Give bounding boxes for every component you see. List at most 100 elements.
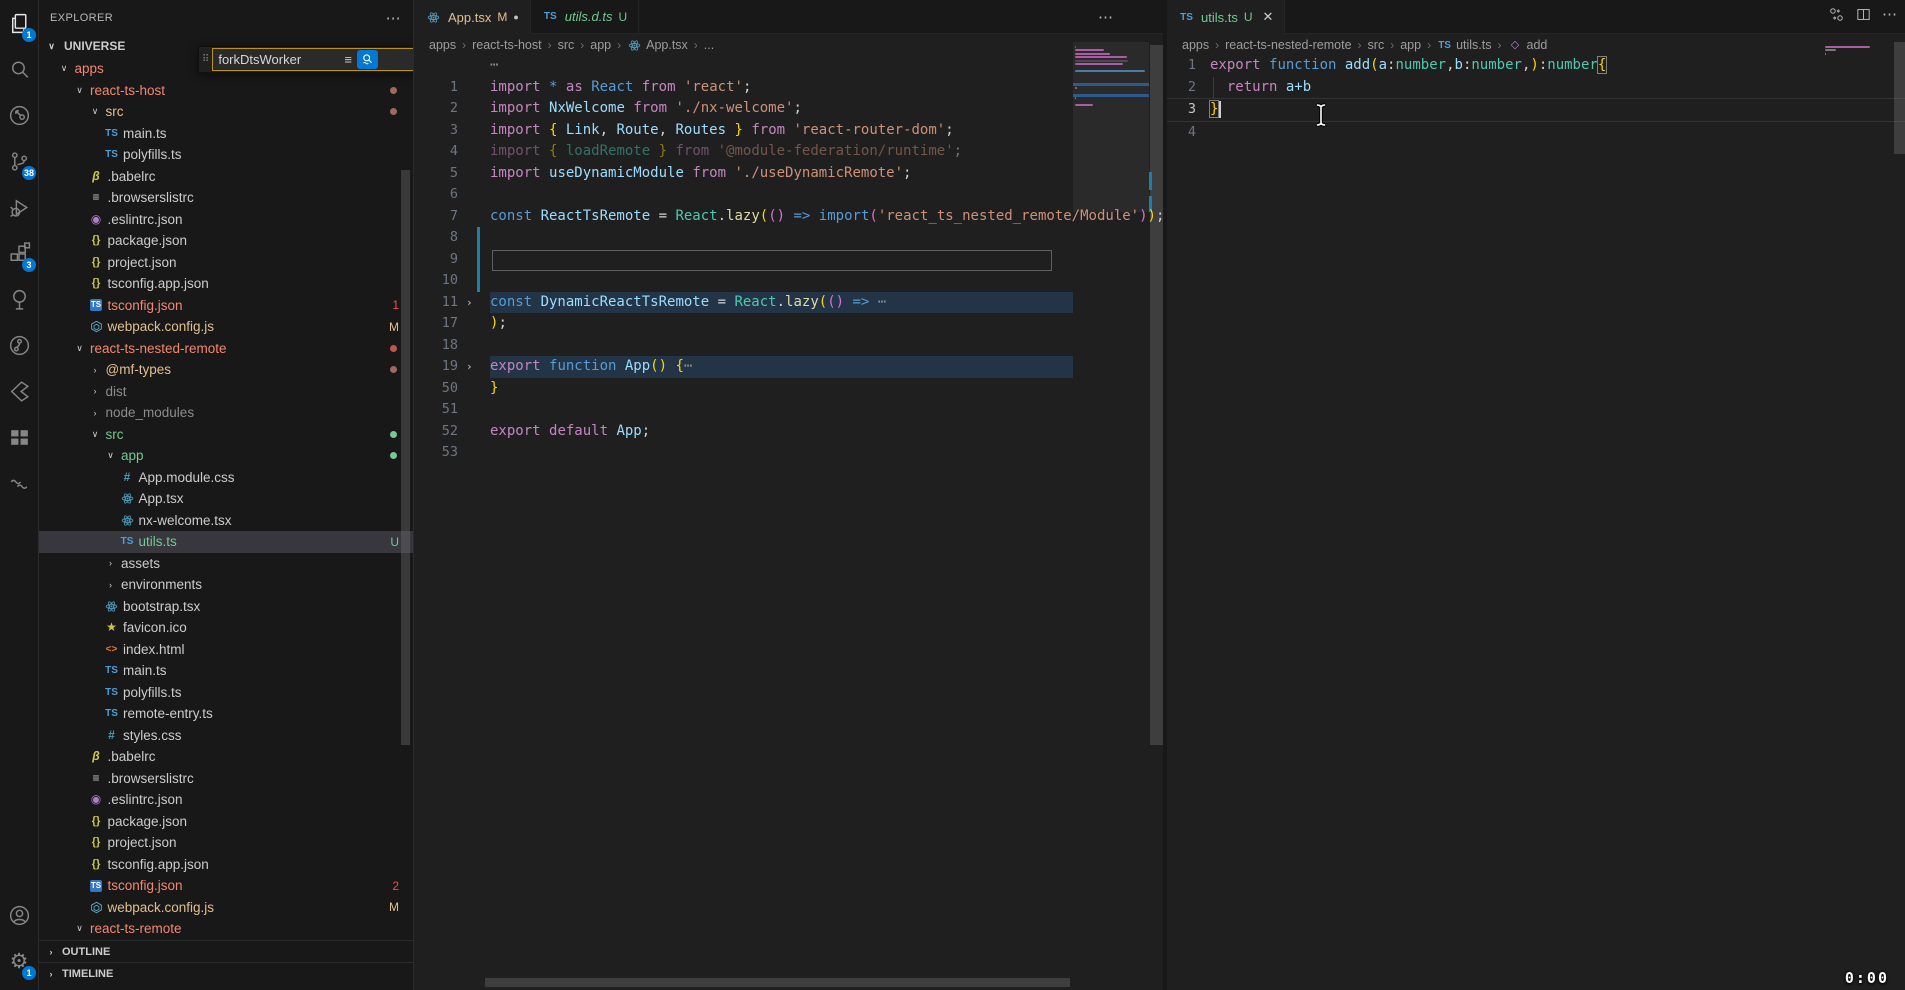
code-line-51[interactable]: 51 bbox=[414, 399, 1163, 421]
code-editor-utils-ts[interactable]: 1export function add(a:number,b:number,)… bbox=[1167, 55, 1905, 143]
sidebar-scrollbar[interactable] bbox=[401, 170, 410, 745]
tree-item-.browserslistrc[interactable]: ≡.browserslistrc bbox=[38, 768, 413, 790]
tree-find-input[interactable] bbox=[213, 52, 341, 67]
fuzzy-match-toggle[interactable] bbox=[357, 50, 378, 69]
tree-item-.babelrc[interactable]: β.babelrc bbox=[38, 746, 413, 768]
code-line-6[interactable]: 6 bbox=[414, 184, 1163, 206]
close-icon[interactable]: ✕ bbox=[1263, 9, 1274, 25]
minimap-slider[interactable] bbox=[1073, 42, 1149, 212]
code-line-1[interactable]: 1import * as React from 'react'; bbox=[414, 77, 1163, 99]
tab-App.tsx[interactable]: App.tsxM● bbox=[414, 0, 531, 34]
tree-item-dist[interactable]: ›dist bbox=[38, 381, 413, 403]
code-line-10[interactable]: 10 bbox=[414, 270, 1163, 292]
tree-item-remote-entry.ts[interactable]: TSremote-entry.ts bbox=[38, 703, 413, 725]
activity-item-accounts[interactable] bbox=[0, 892, 38, 938]
tree-item-package.json[interactable]: {}package.json bbox=[38, 230, 413, 252]
activity-item-explorer[interactable]: 1 bbox=[0, 0, 38, 46]
activity-item-git-graph[interactable] bbox=[0, 322, 38, 368]
tree-item-tsconfig.json[interactable]: TStsconfig.json1 bbox=[38, 295, 413, 317]
tree-item-react-ts-nested-remote[interactable]: ∨react-ts-nested-remote bbox=[38, 338, 413, 360]
code-editor-app-tsx[interactable]: ⋯1import * as React from 'react';2import… bbox=[414, 55, 1163, 464]
breadcrumb-item-app[interactable]: app bbox=[1400, 38, 1421, 52]
code-line-50[interactable]: 50} bbox=[414, 378, 1163, 400]
editor-hscrollbar[interactable] bbox=[485, 978, 1070, 987]
code-line-4[interactable]: 4 bbox=[1167, 122, 1905, 144]
tree-item-project.json[interactable]: {}project.json bbox=[38, 252, 413, 274]
editor-group-divider[interactable] bbox=[1163, 0, 1167, 990]
activity-item-grid-view[interactable] bbox=[0, 414, 38, 460]
minimap[interactable] bbox=[1073, 40, 1149, 340]
tree-item-main.ts[interactable]: TSmain.ts bbox=[38, 123, 413, 145]
tab-more-actions-icon[interactable]: ⋯ bbox=[1098, 8, 1113, 26]
breadcrumb-item-add[interactable]: ◇add bbox=[1508, 38, 1548, 52]
code-line-17[interactable]: 17); bbox=[414, 313, 1163, 335]
tree-item-app[interactable]: ∨app bbox=[38, 445, 413, 467]
tree-item-src[interactable]: ∨src bbox=[38, 424, 413, 446]
explorer-more-actions-icon[interactable]: ⋯ bbox=[386, 9, 401, 27]
tree-item-webpack.config.js[interactable]: webpack.config.jsM bbox=[38, 316, 413, 338]
tree-item-tsconfig.app.json[interactable]: {}tsconfig.app.json bbox=[38, 854, 413, 876]
fold-chevron-icon[interactable]: › bbox=[466, 292, 473, 314]
tab-utils.ts[interactable]: TSutils.tsU✕ bbox=[1167, 0, 1285, 34]
breadcrumb-item-utils.ts[interactable]: TSutils.ts bbox=[1437, 38, 1491, 52]
code-line-9[interactable]: 9 bbox=[414, 249, 1163, 271]
tree-item-.babelrc[interactable]: β.babelrc bbox=[38, 166, 413, 188]
dirty-dot-icon[interactable]: ● bbox=[513, 12, 518, 22]
outline-panel-header[interactable]: › OUTLINE bbox=[38, 940, 413, 963]
activity-item-run-tool[interactable] bbox=[0, 92, 38, 138]
code-line-3[interactable]: 3} bbox=[1167, 98, 1905, 122]
code-line-2[interactable]: 2 return a+b bbox=[1167, 77, 1905, 99]
split-editor-icon[interactable] bbox=[1855, 6, 1872, 23]
tree-item--mf-types[interactable]: ›@mf-types bbox=[38, 359, 413, 381]
code-line-52[interactable]: 52export default App; bbox=[414, 421, 1163, 443]
breadcrumb-item-react-ts-nested-remote[interactable]: react-ts-nested-remote bbox=[1225, 38, 1351, 52]
breadcrumb-item-apps[interactable]: apps bbox=[1182, 38, 1209, 52]
activity-item-waves-view[interactable] bbox=[0, 460, 38, 506]
timeline-panel-header[interactable]: › TIMELINE bbox=[38, 962, 413, 985]
breadcrumb-item-...[interactable]: ... bbox=[704, 38, 714, 52]
tree-item-assets[interactable]: ›assets bbox=[38, 553, 413, 575]
editor-more-actions-icon[interactable]: ⋯ bbox=[1882, 5, 1897, 23]
code-line-7[interactable]: 7const ReactTsRemote = React.lazy(() => … bbox=[414, 206, 1163, 228]
code-line-53[interactable]: 53 bbox=[414, 442, 1163, 464]
tree-item-react-ts-host[interactable]: ∨react-ts-host bbox=[38, 80, 413, 102]
code-line-3[interactable]: 3import { Link, Route, Routes } from 're… bbox=[414, 120, 1163, 142]
editor-scrollbar[interactable] bbox=[1150, 45, 1163, 745]
breadcrumb-item-src[interactable]: src bbox=[558, 38, 575, 52]
tree-item-environments[interactable]: ›environments bbox=[38, 574, 413, 596]
tree-item-utils.ts[interactable]: TSutils.tsU bbox=[38, 531, 413, 553]
code-line-11[interactable]: 11›const DynamicReactTsRemote = React.la… bbox=[414, 292, 1163, 314]
code-line-18[interactable]: 18 bbox=[414, 335, 1163, 357]
activity-item-source-control[interactable]: 38 bbox=[0, 138, 38, 184]
tree-item-.eslintrc.json[interactable]: ◉.eslintrc.json bbox=[38, 789, 413, 811]
breadcrumb-item-apps[interactable]: apps bbox=[429, 38, 456, 52]
editor-scrollbar[interactable] bbox=[1894, 42, 1905, 154]
tree-item-.browserslistrc[interactable]: ≡.browserslistrc bbox=[38, 187, 413, 209]
tree-item-project.json[interactable]: {}project.json bbox=[38, 832, 413, 854]
code-line-4[interactable]: 4import { loadRemote } from '@module-fed… bbox=[414, 141, 1163, 163]
activity-item-search[interactable] bbox=[0, 46, 38, 92]
code-line-1[interactable]: 1export function add(a:number,b:number,)… bbox=[1167, 55, 1905, 77]
tree-item-tsconfig.app.json[interactable]: {}tsconfig.app.json bbox=[38, 273, 413, 295]
tree-item-nx-welcome.tsx[interactable]: nx-welcome.tsx bbox=[38, 510, 413, 532]
tree-item-main.ts[interactable]: TSmain.ts bbox=[38, 660, 413, 682]
tree-item-App.module.css[interactable]: #App.module.css bbox=[38, 467, 413, 489]
tree-item-index.html[interactable]: <>index.html bbox=[38, 639, 413, 661]
activity-item-extensions[interactable]: 3 bbox=[0, 230, 38, 276]
fold-chevron-icon[interactable]: › bbox=[466, 356, 473, 378]
tree-item-polyfills.ts[interactable]: TSpolyfills.ts bbox=[38, 682, 413, 704]
open-changes-icon[interactable] bbox=[1828, 6, 1845, 23]
activity-item-custom-view[interactable] bbox=[0, 368, 38, 414]
tree-item-webpack.config.js[interactable]: webpack.config.jsM bbox=[38, 897, 413, 919]
tab-utils.d.ts[interactable]: TSutils.d.tsU bbox=[531, 0, 639, 33]
tree-item-src[interactable]: ∨src bbox=[38, 101, 413, 123]
tree-item-node-modules[interactable]: ›node_modules bbox=[38, 402, 413, 424]
breadcrumb-item-src[interactable]: src bbox=[1368, 38, 1385, 52]
tree-item-styles.css[interactable]: #styles.css bbox=[38, 725, 413, 747]
tree-item-react-ts-remote[interactable]: ∨react-ts-remote bbox=[38, 918, 413, 940]
activity-item-test-tree[interactable] bbox=[0, 276, 38, 322]
tree-item-polyfills.ts[interactable]: TSpolyfills.ts bbox=[38, 144, 413, 166]
breadcrumb-item-app[interactable]: app bbox=[590, 38, 611, 52]
filter-icon[interactable]: ≡ bbox=[341, 52, 355, 67]
activity-item-settings[interactable]: ⚙1 bbox=[0, 938, 38, 984]
